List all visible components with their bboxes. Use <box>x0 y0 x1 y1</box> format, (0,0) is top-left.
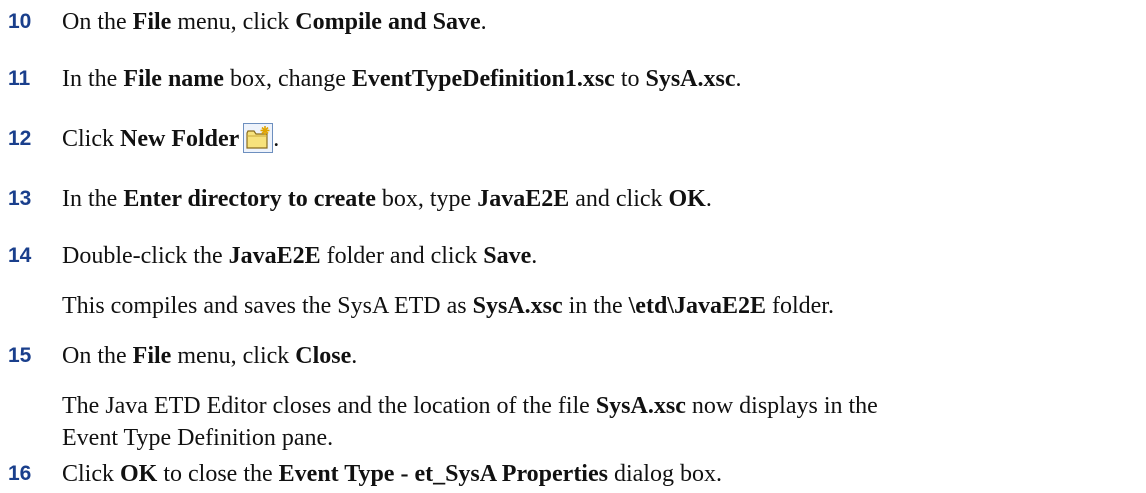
bold-run: File <box>132 9 172 35</box>
text-run: menu, click <box>171 343 296 369</box>
text-run: in the <box>562 293 629 319</box>
text-run: to close the <box>157 461 279 487</box>
text-run: . <box>273 126 280 152</box>
text-run: and click <box>569 186 669 212</box>
text-run: On the <box>62 9 133 35</box>
step-15-note: The Java ETD Editor closes and the locat… <box>62 390 878 454</box>
text-run: . <box>351 343 358 369</box>
text-run: . <box>705 186 712 212</box>
bold-run: JavaE2E <box>477 186 570 212</box>
text-run: Double-click the <box>62 243 229 269</box>
bold-run: New Folder <box>120 126 240 152</box>
bold-run: SysA.xsc <box>472 293 563 319</box>
text-run: now displays in the <box>685 393 878 419</box>
step-text: In the File name box, change EventTypeDe… <box>62 63 742 95</box>
text-run: . <box>531 243 538 269</box>
text-run: . <box>480 9 487 35</box>
text-run: folder. <box>765 293 834 319</box>
step-text: Click OK to close the Event Type - et_Sy… <box>62 458 722 490</box>
bold-run: SysA.xsc <box>645 66 736 92</box>
bold-run: File name <box>123 66 224 92</box>
step-number: 12 <box>8 127 32 150</box>
text-run: box, type <box>375 186 478 212</box>
step-number: 10 <box>8 10 32 33</box>
text-run: Event Type Definition pane. <box>62 425 334 451</box>
text-run: Click <box>62 461 120 487</box>
step-text: Click New Folder . <box>62 123 279 155</box>
text-run: On the <box>62 343 133 369</box>
step-text: Double-click the JavaE2E folder and clic… <box>62 240 537 272</box>
bold-run: EventTypeDefinition1.xsc <box>351 66 615 92</box>
bold-run: Compile and Save <box>295 9 481 35</box>
bold-run: OK <box>120 461 158 487</box>
step-number: 16 <box>8 462 32 485</box>
step-number: 14 <box>8 244 32 267</box>
bold-run: OK <box>668 186 706 212</box>
text-run: In the <box>62 66 124 92</box>
text-run: menu, click <box>171 9 296 35</box>
bold-run: JavaE2E <box>228 243 321 269</box>
text-run: to <box>614 66 646 92</box>
bold-run: SysA.xsc <box>595 393 686 419</box>
step-text: On the File menu, click Compile and Save… <box>62 6 487 38</box>
bold-run: Enter directory to create <box>123 186 376 212</box>
document-page: 10 On the File menu, click Compile and S… <box>0 0 1146 493</box>
text-run: box, change <box>223 66 352 92</box>
step-number: 15 <box>8 344 32 367</box>
text-run: In the <box>62 186 124 212</box>
step-text: In the Enter directory to create box, ty… <box>62 183 712 215</box>
bold-run: Save <box>483 243 532 269</box>
text-run: The Java ETD Editor closes and the locat… <box>62 393 596 419</box>
bold-run: \etd\JavaE2E <box>628 293 766 319</box>
text-run: . <box>735 66 742 92</box>
bold-run: File <box>132 343 172 369</box>
text-run: Click <box>62 126 120 152</box>
text-run: This compiles and saves the SysA ETD as <box>62 293 473 319</box>
new-folder-icon <box>243 123 274 153</box>
bold-run: Close <box>295 343 352 369</box>
step-14-note: This compiles and saves the SysA ETD as … <box>62 290 834 322</box>
text-run: folder and click <box>320 243 484 269</box>
text-run: dialog box. <box>607 461 722 487</box>
step-number: 11 <box>8 67 31 90</box>
bold-run: Event Type - et_SysA Properties <box>278 461 608 487</box>
step-number: 13 <box>8 187 32 210</box>
step-text: On the File menu, click Close. <box>62 340 357 372</box>
